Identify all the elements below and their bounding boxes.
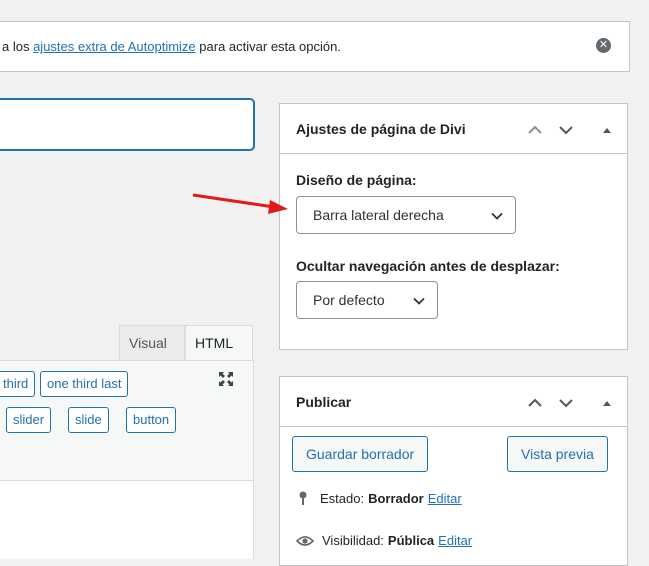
status-value: Borrador <box>368 490 424 506</box>
page-layout-label: Diseño de página: <box>296 172 417 188</box>
visibility-label: Visibilidad: <box>322 533 384 548</box>
preview-button[interactable]: Vista previa <box>507 436 608 472</box>
fullscreen-icon[interactable] <box>218 371 234 387</box>
publish-box-header: Publicar <box>280 377 627 427</box>
status-label: Estado: <box>320 490 365 506</box>
chevron-down-icon[interactable] <box>557 121 575 139</box>
divi-box-title: Ajustes de página de Divi <box>296 120 466 137</box>
autoptimize-settings-link[interactable]: ajustes extra de Autoptimize <box>33 39 196 54</box>
hide-nav-select[interactable]: Por defecto <box>296 281 438 319</box>
editor-content-area[interactable] <box>0 480 254 559</box>
hide-nav-value: Por defecto <box>313 292 385 308</box>
select-chevron-icon <box>413 297 425 305</box>
page-layout-select[interactable]: Barra lateral derecha <box>296 196 516 234</box>
notice-suffix: para activar esta opción. <box>195 39 341 54</box>
post-status-row: Estado: Borrador Editar <box>296 490 462 506</box>
tab-html[interactable]: HTML <box>185 325 253 360</box>
page-layout-value: Barra lateral derecha <box>313 207 444 223</box>
autoptimize-notice: a los ajustes extra de Autoptimize para … <box>0 21 630 72</box>
tab-visual[interactable]: Visual <box>119 325 185 360</box>
eye-icon <box>296 535 314 546</box>
pin-icon <box>299 491 307 505</box>
hide-nav-label: Ocultar navegación antes de desplazar: <box>296 258 560 274</box>
notice-prefix: a los <box>2 39 34 54</box>
chevron-up-icon[interactable] <box>526 121 544 139</box>
red-arrow-annotation <box>192 193 288 214</box>
select-chevron-icon <box>491 212 503 220</box>
quicktag-third-button[interactable]: third <box>0 371 36 397</box>
quicktag-one-third-last-button[interactable]: one third last <box>40 371 129 397</box>
save-draft-button[interactable]: Guardar borrador <box>292 436 429 472</box>
dismiss-icon[interactable]: ✕ <box>596 38 611 53</box>
edit-visibility-link[interactable]: Editar <box>438 533 472 548</box>
divi-box-header: Ajustes de página de Divi <box>280 104 627 154</box>
quicktag-button-button[interactable]: button <box>126 407 177 433</box>
chevron-up-icon[interactable] <box>526 394 544 412</box>
toggle-triangle-icon[interactable] <box>598 394 616 412</box>
post-title-input[interactable] <box>0 99 254 150</box>
publish-box-title: Publicar <box>296 393 352 410</box>
visibility-value: Pública <box>387 533 435 548</box>
visibility-row: Visibilidad: Pública Editar <box>296 533 472 548</box>
quicktag-slide-button[interactable]: slide <box>68 407 109 433</box>
chevron-down-icon[interactable] <box>557 394 575 412</box>
toggle-triangle-icon[interactable] <box>598 121 616 139</box>
quicktag-slider-button[interactable]: slider <box>6 407 52 433</box>
edit-status-link[interactable]: Editar <box>428 491 462 506</box>
